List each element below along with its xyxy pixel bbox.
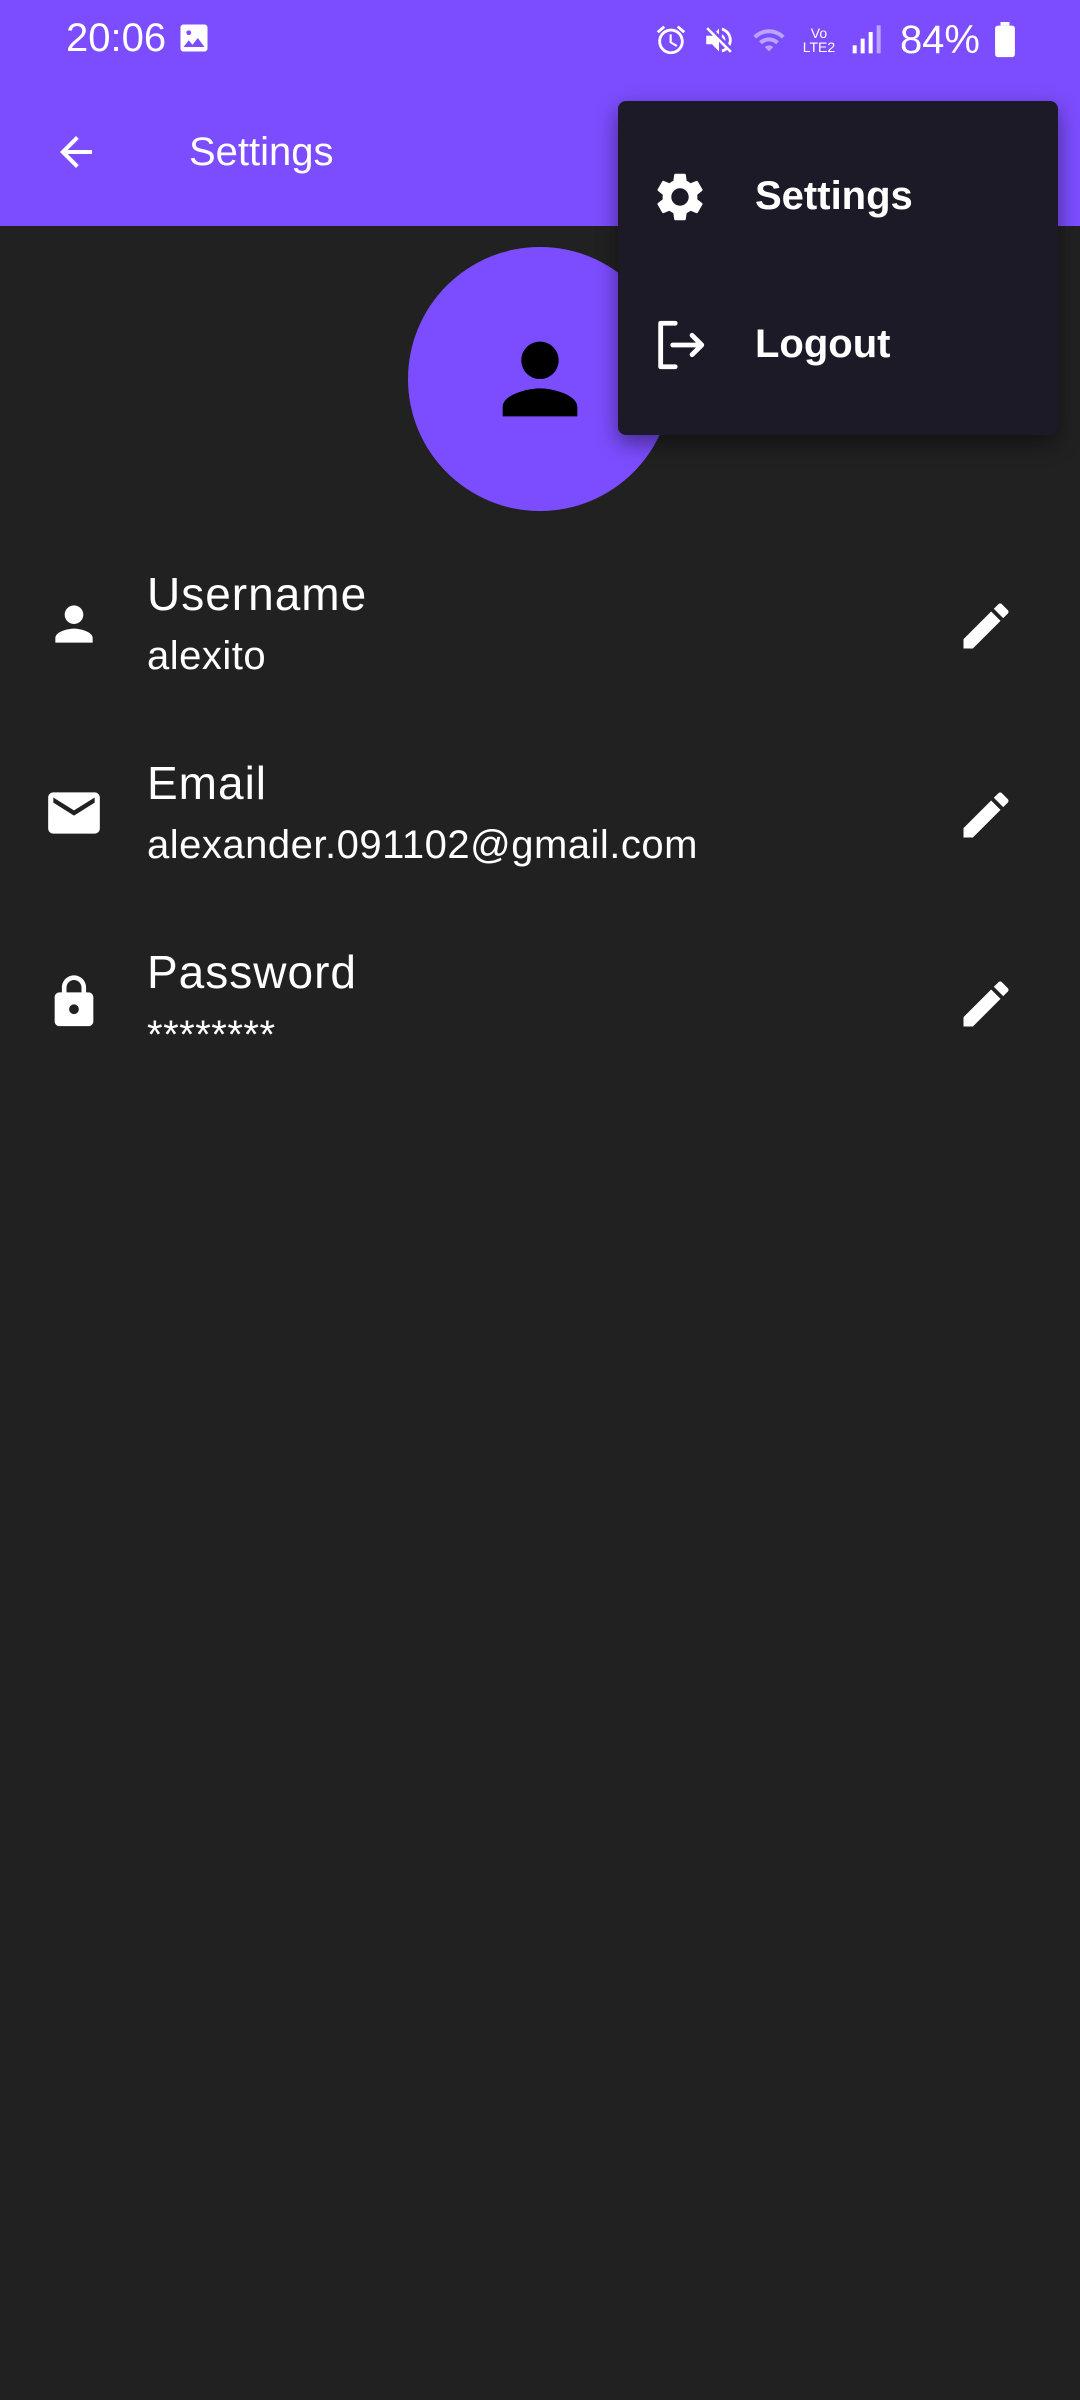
menu-label-settings: Settings — [755, 174, 913, 218]
gallery-icon — [176, 20, 212, 56]
arrow-back-icon — [60, 136, 92, 168]
status-time: 20:06 — [66, 16, 167, 60]
mute-icon — [702, 23, 736, 57]
overflow-menu: Settings Logout — [618, 101, 1058, 435]
email-value: alexander.091102@gmail.com — [147, 823, 698, 867]
signal-icon — [850, 24, 882, 56]
username-row: Username alexito — [0, 556, 1080, 696]
email-row: Email alexander.091102@gmail.com — [0, 745, 1080, 885]
battery-icon — [994, 22, 1016, 58]
password-label: Password — [147, 946, 357, 998]
menu-item-settings[interactable]: Settings — [618, 121, 1058, 269]
wifi-icon — [750, 23, 788, 57]
status-icons: Vo LTE2 84% — [654, 14, 1016, 66]
person-icon — [40, 590, 108, 658]
edit-username-button[interactable] — [948, 588, 1024, 664]
email-label: Email — [147, 757, 268, 809]
back-button[interactable] — [40, 116, 112, 188]
person-icon — [502, 341, 578, 417]
logout-icon — [650, 315, 710, 375]
network-label: Vo LTE2 — [802, 25, 836, 55]
status-bar: 20:06 Vo LTE2 84% — [0, 0, 1080, 78]
alarm-icon — [654, 23, 688, 57]
battery-percent: 84% — [899, 18, 980, 62]
pencil-icon — [963, 603, 1009, 649]
edit-email-button[interactable] — [948, 777, 1024, 853]
edit-password-button[interactable] — [948, 966, 1024, 1042]
password-value: ******** — [147, 1013, 276, 1057]
pencil-icon — [963, 981, 1009, 1027]
email-icon — [40, 779, 108, 847]
gear-icon — [650, 167, 710, 227]
menu-label-logout: Logout — [755, 322, 891, 366]
pencil-icon — [963, 792, 1009, 838]
page-title: Settings — [189, 130, 334, 174]
menu-item-logout[interactable]: Logout — [618, 269, 1058, 417]
username-label: Username — [147, 568, 368, 620]
username-value: alexito — [147, 634, 267, 678]
password-row: Password ******** — [0, 934, 1080, 1074]
lock-icon — [40, 968, 108, 1036]
